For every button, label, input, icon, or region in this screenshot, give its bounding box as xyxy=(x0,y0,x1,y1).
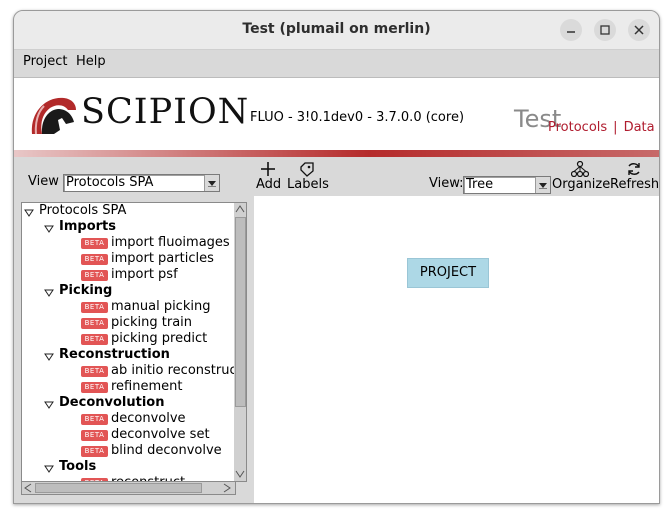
chevron-down-icon xyxy=(208,181,216,187)
expand-triangle-icon[interactable] xyxy=(44,225,54,233)
labels-label: Labels xyxy=(287,177,329,192)
labels-button[interactable]: Labels xyxy=(287,161,329,192)
scroll-left-icon[interactable] xyxy=(23,483,33,493)
beta-badge: BETA xyxy=(81,318,108,329)
expand-triangle-icon[interactable] xyxy=(44,465,54,473)
tree-protocol-item[interactable]: deconvolve xyxy=(111,411,186,426)
tree-protocol-item[interactable]: refinement xyxy=(111,379,182,394)
tree-category[interactable]: Reconstruction xyxy=(59,347,170,362)
refresh-button[interactable]: Refresh xyxy=(610,161,660,192)
maximize-button[interactable] xyxy=(594,19,616,41)
header-nav: Protocols | Data xyxy=(548,120,655,135)
organize-graph-icon xyxy=(571,161,589,177)
tree-category[interactable]: Tools xyxy=(59,459,96,474)
beta-badge: BETA xyxy=(81,334,108,345)
project-node[interactable]: PROJECT xyxy=(407,258,489,288)
tree-protocol-item[interactable]: import psf xyxy=(111,267,178,282)
plus-icon xyxy=(261,162,275,176)
beta-badge: BETA xyxy=(81,414,108,425)
expand-triangle-icon[interactable] xyxy=(44,353,54,361)
maximize-icon xyxy=(600,25,610,35)
tree-root[interactable]: Protocols SPA xyxy=(39,203,126,218)
minimize-button[interactable] xyxy=(560,19,582,41)
title-bar: Test (plumail on merlin) xyxy=(14,11,659,50)
tree-protocol-item[interactable]: ab initio reconstruction xyxy=(111,363,235,378)
tree-protocol-item[interactable]: deconvolve set xyxy=(111,427,210,442)
expand-triangle-icon[interactable] xyxy=(44,401,54,409)
data-link[interactable]: Data xyxy=(624,120,655,135)
graph-view-label: View: xyxy=(429,176,464,191)
chevron-down-icon xyxy=(539,183,547,189)
dropdown-arrow xyxy=(204,175,219,191)
tree-protocol-item[interactable]: picking train xyxy=(111,315,192,330)
beta-badge: BETA xyxy=(81,430,108,441)
horizontal-scroll-thumb[interactable] xyxy=(35,483,202,493)
app-header: SCIPION FLUO - 3!0.1dev0 - 3.7.0.0 (core… xyxy=(14,78,659,150)
scroll-right-icon[interactable] xyxy=(222,483,232,493)
beta-badge: BETA xyxy=(81,270,108,281)
graph-view-select[interactable]: Tree xyxy=(463,176,551,194)
expand-triangle-icon[interactable] xyxy=(44,289,54,297)
protocols-link[interactable]: Protocols xyxy=(548,120,607,135)
header-accent-bar xyxy=(14,150,659,157)
scipion-logo-text: SCIPION xyxy=(81,92,250,132)
beta-badge: BETA xyxy=(81,366,108,377)
workflow-panel: Add Labels View: Tree Organize Refresh P… xyxy=(254,157,659,503)
tree-protocol-item[interactable]: picking predict xyxy=(111,331,207,346)
beta-badge: BETA xyxy=(81,238,108,249)
tag-icon xyxy=(300,162,314,177)
protocol-view-value: Protocols SPA xyxy=(66,175,154,190)
protocols-panel: View Protocols SPA Protocols SPA Imports B… xyxy=(14,157,252,503)
tree-category[interactable]: Deconvolution xyxy=(59,395,164,410)
close-button[interactable] xyxy=(628,19,650,41)
tree-protocol-item[interactable]: import particles xyxy=(111,251,214,266)
organize-button[interactable]: Organize xyxy=(552,161,611,192)
menu-project[interactable]: Project xyxy=(23,54,67,69)
app-window: Test (plumail on merlin) Project Help SC… xyxy=(13,10,660,504)
protocol-view-select[interactable]: Protocols SPA xyxy=(63,174,220,192)
tree-category[interactable]: Imports xyxy=(59,219,116,234)
scipion-helmet-logo-icon xyxy=(31,97,76,135)
add-label: Add xyxy=(256,177,282,192)
close-icon xyxy=(634,25,644,35)
tree-category[interactable]: Picking xyxy=(59,283,112,298)
tree-protocol-item[interactable]: import fluoimages xyxy=(111,235,230,250)
add-button[interactable]: Add xyxy=(256,161,282,192)
tree-vertical-scrollbar[interactable] xyxy=(234,202,247,482)
tree-horizontal-scrollbar[interactable] xyxy=(21,481,236,495)
expand-triangle-icon[interactable] xyxy=(24,209,34,217)
menu-bar: Project Help xyxy=(14,50,659,78)
scroll-up-icon[interactable] xyxy=(235,204,245,214)
vertical-scroll-thumb[interactable] xyxy=(235,217,246,407)
scroll-down-icon[interactable] xyxy=(235,469,245,479)
protocol-tree[interactable]: Protocols SPA Imports BETA import fluoimage… xyxy=(21,202,236,482)
refresh-icon xyxy=(627,163,640,175)
tree-protocol-item[interactable]: blind deconvolve xyxy=(111,443,222,458)
view-label: View xyxy=(28,174,59,189)
beta-badge: BETA xyxy=(81,302,108,313)
version-label: FLUO - 3!0.1dev0 - 3.7.0.0 (core) xyxy=(250,110,465,125)
tree-protocol-item[interactable]: manual picking xyxy=(111,299,210,314)
beta-badge: BETA xyxy=(81,254,108,265)
organize-label: Organize xyxy=(552,177,611,192)
dropdown-arrow xyxy=(535,177,550,193)
nav-separator: | xyxy=(613,120,618,135)
beta-badge: BETA xyxy=(81,446,108,457)
graph-view-value: Tree xyxy=(466,177,494,192)
refresh-label: Refresh xyxy=(610,177,660,192)
beta-badge: BETA xyxy=(81,382,108,393)
menu-help[interactable]: Help xyxy=(76,54,106,69)
workflow-canvas[interactable]: PROJECT xyxy=(254,196,659,503)
minimize-icon xyxy=(567,31,575,33)
